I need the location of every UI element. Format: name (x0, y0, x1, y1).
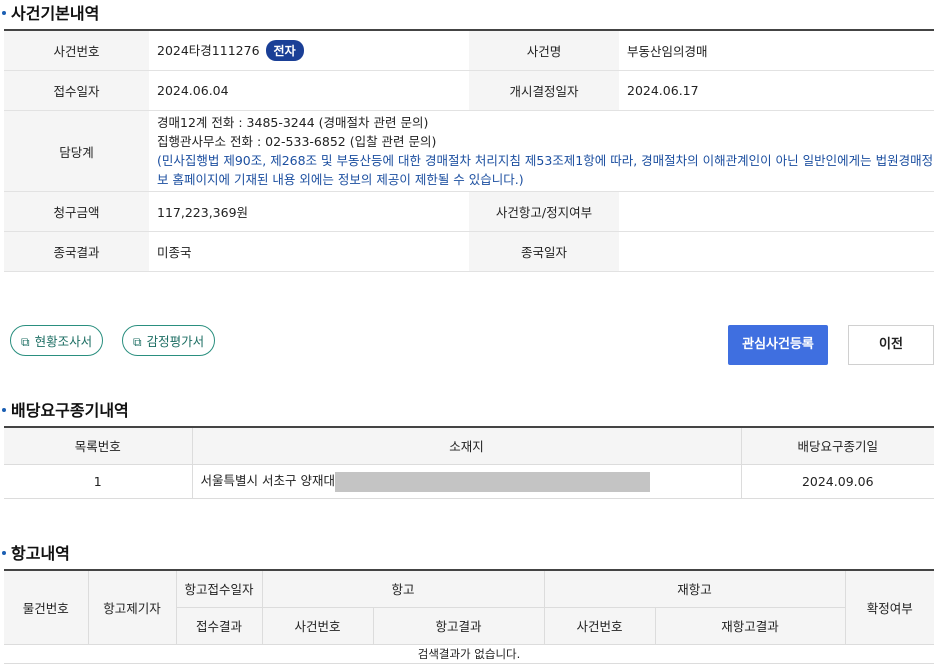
table-row: 검색결과가 없습니다. (4, 643, 934, 664)
officer-cell: 경매12계 전화 : 3485-3244 (경매절차 관련 문의) 집행관사무소… (149, 110, 934, 192)
row-address: 서울특별시 서초구 양재대 (200, 473, 335, 489)
col-address: 소재지 (191, 427, 742, 465)
officer-line-2: 집행관사무소 전화 : 02-533-6852 (입찰 관련 문의) (157, 134, 437, 149)
col-appeal-receipt-date: 항고접수일자 (175, 570, 263, 608)
external-link-icon: ⧉ (21, 335, 30, 349)
claim-label: 청구금액 (4, 191, 149, 232)
col-appeal-case-no: 사건번호 (261, 607, 374, 645)
col-item-no: 물건번호 (4, 570, 89, 645)
start-date-label: 개시결정일자 (469, 70, 619, 111)
masked-address-block (334, 471, 650, 492)
bullet-dot (2, 10, 6, 15)
officer-label: 담당계 (4, 110, 149, 192)
case-no-value: 2024타경111276 (157, 43, 260, 58)
row-dividend-date: 2024.09.06 (740, 463, 934, 499)
col-list-no: 목록번호 (4, 427, 193, 465)
row-address-cell: 서울특별시 서초구 양재대 (191, 463, 742, 499)
col-reappeal-result: 재항고결과 (654, 607, 845, 645)
electronic-badge: 전자 (265, 40, 304, 61)
case-basic-table: 사건번호 2024타경111276 전자 사건명 부동산임의경매 접수일자 202… (4, 29, 934, 272)
final-date-value (619, 231, 934, 272)
case-name-value: 부동산임의경매 (619, 30, 934, 71)
appeal-stop-label: 사건항고/정지여부 (469, 191, 619, 232)
officer-line-1: 경매12계 전화 : 3485-3244 (경매절차 관련 문의) (157, 115, 429, 130)
col-appellant: 항고제기자 (87, 570, 177, 645)
col-confirmed: 확정여부 (844, 570, 934, 645)
appraisal-report-button[interactable]: ⧉ 감정평가서 (122, 325, 216, 356)
appeal-stop-value (619, 191, 934, 232)
start-date-value: 2024.06.17 (619, 70, 934, 111)
empty-result-message: 검색결과가 없습니다. (4, 643, 934, 664)
col-appeal-result: 항고결과 (372, 607, 545, 645)
col-reappeal-case-no: 사건번호 (543, 607, 656, 645)
section-title-dividend: 배당요구종기내역 (0, 397, 129, 421)
case-no-label: 사건번호 (4, 30, 149, 71)
col-appeal-group: 항고 (261, 570, 545, 608)
final-result-value: 미종국 (149, 231, 469, 272)
receipt-date-value: 2024.06.04 (149, 70, 469, 111)
receipt-date-label: 접수일자 (4, 70, 149, 111)
officer-notice: (민사집행법 제90조, 제268조 및 부동산등에 대한 경매절차 처리지침 … (157, 153, 934, 187)
bullet-dot (2, 407, 6, 412)
col-receipt-result: 접수결과 (176, 607, 263, 645)
survey-report-button[interactable]: ⧉ 현황조사서 (10, 325, 104, 356)
section-title-basic: 사건기본내역 (0, 0, 99, 24)
final-result-label: 종국결과 (4, 231, 149, 272)
appeal-table: 물건번호 항고제기자 항고접수일자 항고 재항고 확정여부 접수결과 사건번호 … (4, 569, 934, 664)
col-reappeal-group: 재항고 (543, 570, 846, 608)
section-title-appeal: 항고내역 (0, 540, 70, 564)
final-date-label: 종국일자 (469, 231, 619, 272)
bullet-dot (2, 550, 6, 555)
prev-button[interactable]: 이전 (848, 325, 934, 365)
dividend-table: 목록번호 소재지 배당요구종기일 1 서울특별시 서초구 양재대 2024.09… (4, 426, 934, 499)
table-row: 1 서울특별시 서초구 양재대 2024.09.06 (4, 463, 934, 499)
external-link-icon: ⧉ (133, 335, 142, 349)
case-no-cell: 2024타경111276 전자 (149, 30, 469, 71)
case-name-label: 사건명 (469, 30, 619, 71)
row-list-no: 1 (4, 463, 193, 499)
col-dividend-date: 배당요구종기일 (740, 427, 934, 465)
claim-value: 117,223,369원 (149, 191, 469, 232)
register-interest-button[interactable]: 관심사건등록 (728, 325, 828, 365)
